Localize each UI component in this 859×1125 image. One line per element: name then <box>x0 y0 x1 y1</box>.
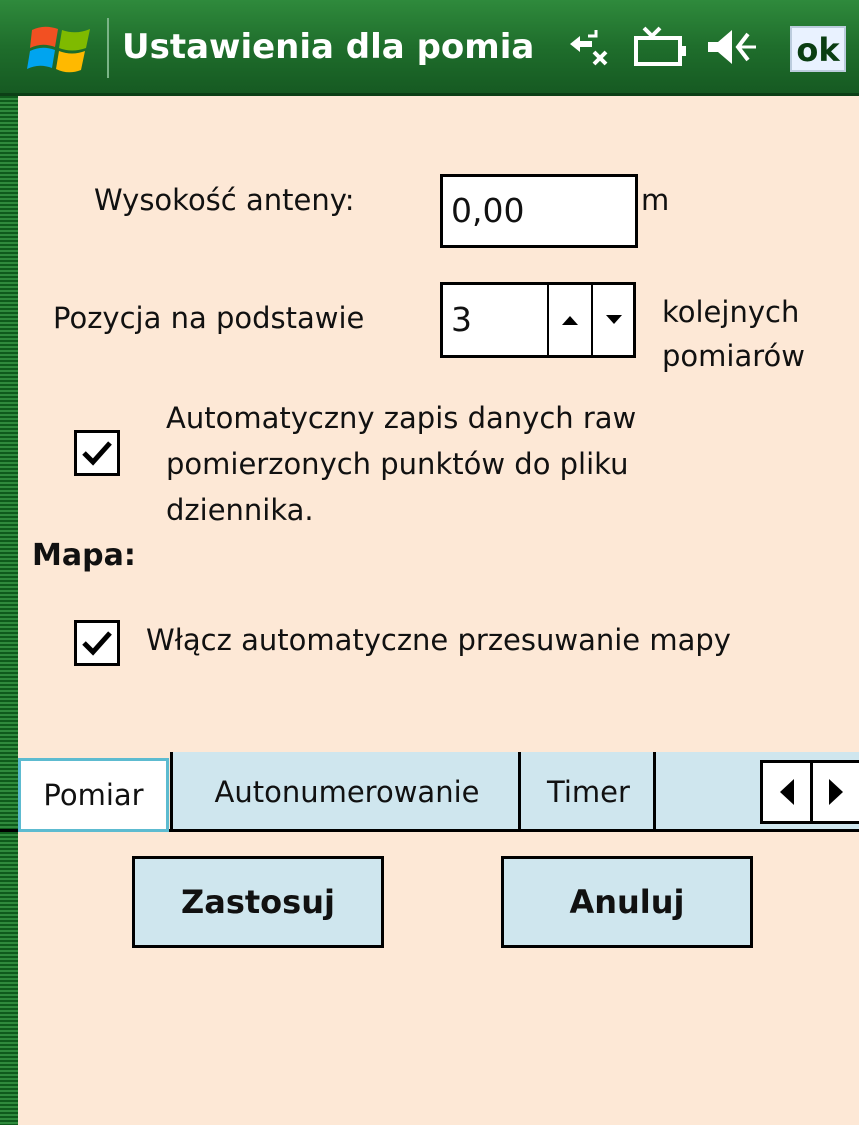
tab-scroll-control <box>760 760 859 824</box>
battery-icon[interactable] <box>632 24 688 70</box>
triangle-down-icon <box>606 315 622 324</box>
raw-data-label-line1: Automatyczny zapis danych raw <box>166 401 637 435</box>
tab-scroll-left-button[interactable] <box>763 763 810 821</box>
window-title: Ustawienia dla pomia <box>122 27 535 67</box>
antenna-unit-label: m <box>641 183 670 217</box>
apply-button[interactable]: Zastosuj <box>132 856 384 948</box>
position-suffix-line2: pomiarów <box>662 339 805 373</box>
ok-button[interactable]: ok <box>790 26 846 72</box>
map-heading: Mapa: <box>32 538 136 573</box>
raw-data-checkbox[interactable] <box>74 430 120 476</box>
checkmark-icon <box>82 441 112 466</box>
connectivity-icon[interactable] <box>566 24 612 70</box>
auto-pan-map-label: Włącz automatyczne przesuwanie mapy <box>146 623 731 657</box>
tab-timer[interactable]: Timer <box>518 752 656 832</box>
position-stepper-value: 3 <box>451 300 472 339</box>
speaker-icon[interactable] <box>704 24 764 70</box>
auto-pan-map-checkbox[interactable] <box>74 620 120 666</box>
raw-data-label-line3: dziennika. <box>166 493 314 527</box>
arrow-left-icon <box>779 779 794 805</box>
antenna-height-input[interactable]: 0,00 <box>440 174 638 248</box>
windows-logo-icon[interactable] <box>26 20 96 76</box>
raw-data-label-line2: pomierzonych punktów do pliku <box>166 447 629 481</box>
stepper-down-button[interactable] <box>591 285 635 355</box>
antenna-height-label: Wysokość anteny: <box>94 183 355 217</box>
title-bar: Ustawienia dla pomia ok <box>0 0 859 96</box>
left-edge-strip <box>0 0 18 1125</box>
stepper-up-button[interactable] <box>547 285 591 355</box>
position-label: Pozycja na podstawie <box>53 301 365 335</box>
cancel-button[interactable]: Anuluj <box>501 856 753 948</box>
position-suffix-line1: kolejnych <box>662 295 800 329</box>
tab-strip: Autonumerowanie Timer Pomiar <box>0 752 859 832</box>
position-stepper[interactable]: 3 <box>440 282 636 358</box>
tab-pomiar[interactable]: Pomiar <box>18 758 169 832</box>
triangle-up-icon <box>562 316 578 325</box>
tab-autonumerowanie[interactable]: Autonumerowanie <box>170 752 521 832</box>
tab-scroll-right-button[interactable] <box>813 763 859 821</box>
arrow-right-icon <box>829 779 844 805</box>
title-divider <box>107 18 109 78</box>
checkmark-icon <box>82 631 112 656</box>
